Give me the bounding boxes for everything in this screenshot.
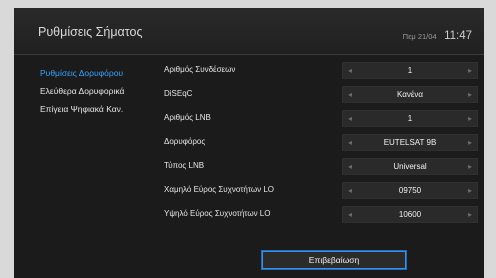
setting-row-diseqc: DiSEqC ◂ Κανένα ▸ <box>164 83 484 107</box>
chevron-right-icon[interactable]: ▸ <box>468 88 472 102</box>
sidebar-item-terrestrial-digital[interactable]: Επίγεια Ψηφιακά Καν. <box>40 100 162 118</box>
diseqc-selector[interactable]: ◂ Κανένα ▸ <box>342 86 478 103</box>
chevron-left-icon[interactable]: ◂ <box>348 136 352 150</box>
chevron-left-icon[interactable]: ◂ <box>348 160 352 174</box>
setting-label: Χαμηλό Εύρος Συχνοτήτων LO <box>164 185 275 194</box>
settings-list: Αριθμός Συνδέσεων ◂ 1 ▸ DiSEqC ◂ Κανένα … <box>164 59 484 227</box>
chevron-left-icon[interactable]: ◂ <box>348 64 352 78</box>
setting-row-connections: Αριθμός Συνδέσεων ◂ 1 ▸ <box>164 59 484 83</box>
setting-label: DiSEqC <box>164 89 193 98</box>
connections-selector[interactable]: ◂ 1 ▸ <box>342 62 478 79</box>
chevron-right-icon[interactable]: ▸ <box>468 208 472 222</box>
setting-row-high-lo: Υψηλό Εύρος Συχνοτήτων LO ◂ 10600 ▸ <box>164 203 484 227</box>
sidebar-item-free-satellite[interactable]: Ελεύθερα Δορυφορικά <box>40 82 162 100</box>
chevron-left-icon[interactable]: ◂ <box>348 208 352 222</box>
sidebar-item-satellite-settings[interactable]: Ρυθμίσεις Δορυφόρου <box>40 64 162 82</box>
tv-menu-screen: Ρυθμίσεις Σήματος Πεμ 21/04 11:47 Ρυθμίσ… <box>14 8 484 278</box>
chevron-left-icon[interactable]: ◂ <box>348 112 352 126</box>
setting-label: Υψηλό Εύρος Συχνοτήτων LO <box>164 209 271 218</box>
chevron-left-icon[interactable]: ◂ <box>348 184 352 198</box>
setting-row-lnb-type: Τύπος LNB ◂ Universal ▸ <box>164 155 484 179</box>
setting-row-lnb-number: Αριθμός LNB ◂ 1 ▸ <box>164 107 484 131</box>
date-label: Πεμ 21/04 <box>402 32 437 41</box>
chevron-right-icon[interactable]: ▸ <box>468 160 472 174</box>
setting-label: Αριθμός Συνδέσεων <box>164 65 236 74</box>
setting-label: Αριθμός LNB <box>164 113 211 122</box>
time-label: 11:47 <box>444 30 472 42</box>
selector-value: 10600 <box>398 210 422 219</box>
selector-value: 1 <box>407 66 413 75</box>
high-lo-selector[interactable]: ◂ 10600 ▸ <box>342 206 478 223</box>
chevron-right-icon[interactable]: ▸ <box>468 64 472 78</box>
selector-value: 1 <box>407 114 413 123</box>
low-lo-selector[interactable]: ◂ 09750 ▸ <box>342 182 478 199</box>
satellite-selector[interactable]: ◂ EUTELSAT 9B ▸ <box>342 134 478 151</box>
setting-label: Δορυφόρος <box>164 137 206 146</box>
page-title: Ρυθμίσεις Σήματος <box>38 25 143 39</box>
chevron-left-icon[interactable]: ◂ <box>348 88 352 102</box>
setting-label: Τύπος LNB <box>164 161 205 170</box>
clock: Πεμ 21/04 11:47 <box>403 26 472 44</box>
confirm-button[interactable]: Επιβεβαίωση <box>261 250 407 270</box>
selector-value: Universal <box>393 162 427 171</box>
setting-row-satellite: Δορυφόρος ◂ EUTELSAT 9B ▸ <box>164 131 484 155</box>
lnb-number-selector[interactable]: ◂ 1 ▸ <box>342 110 478 127</box>
sidebar-menu: Ρυθμίσεις Δορυφόρου Ελεύθερα Δορυφορικά … <box>40 64 162 118</box>
setting-row-low-lo: Χαμηλό Εύρος Συχνοτήτων LO ◂ 09750 ▸ <box>164 179 484 203</box>
lnb-type-selector[interactable]: ◂ Universal ▸ <box>342 158 478 175</box>
chevron-right-icon[interactable]: ▸ <box>468 184 472 198</box>
chevron-right-icon[interactable]: ▸ <box>468 136 472 150</box>
selector-value: EUTELSAT 9B <box>383 138 437 147</box>
selector-value: Κανένα <box>396 90 424 99</box>
chevron-right-icon[interactable]: ▸ <box>468 112 472 126</box>
header-bar: Ρυθμίσεις Σήματος Πεμ 21/04 11:47 <box>14 8 484 55</box>
selector-value: 09750 <box>398 186 422 195</box>
